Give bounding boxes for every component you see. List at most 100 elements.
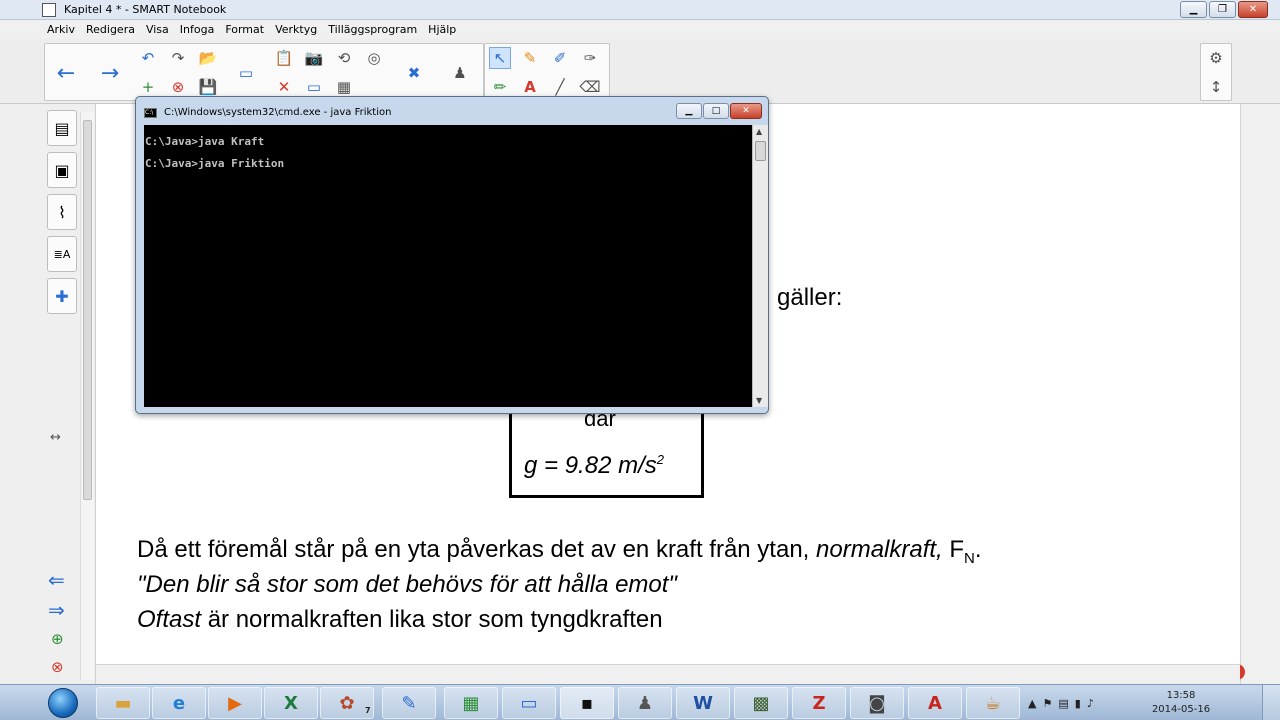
toolbar-panel-main: ← → ↶ ↷ 📂 + ⊗ 💾 ▭ 📋 📷 ⟲ ◎ ✕ ▭ ▦ ✖ ♟ <box>44 43 484 101</box>
resize-sidebar-icon[interactable]: ↔ <box>50 430 61 445</box>
taskbar-acrobat[interactable]: A <box>908 687 962 719</box>
delete-page-icon[interactable]: ⊗ <box>167 76 189 98</box>
tray-flag-icon[interactable]: ⚑ <box>1042 697 1052 710</box>
tray-signal-icon[interactable]: ▮ <box>1075 697 1081 710</box>
spotlight-icon[interactable]: ◎ <box>363 47 385 69</box>
menu-infoga[interactable]: Infoga <box>180 23 215 36</box>
undo-icon[interactable]: ↶ <box>137 47 159 69</box>
sidebar-tab-attachments[interactable]: ⌇ <box>47 194 77 230</box>
select-icon[interactable]: ↖ <box>489 47 511 69</box>
close-button[interactable]: ✕ <box>1238 1 1268 18</box>
paste-icon[interactable]: 📋 <box>273 47 295 69</box>
delete-page-sidebar-icon[interactable]: ⊗ <box>51 658 64 676</box>
taskbar-screen[interactable]: ▭ <box>502 687 556 719</box>
open-folder-icon[interactable]: 📂 <box>197 47 219 69</box>
taskbar-camera[interactable]: ♟ <box>618 687 672 719</box>
slide-line-2: "Den blir så stor som det behövs för att… <box>137 571 677 598</box>
sidebar-tab-addons[interactable]: ✚ <box>47 278 77 314</box>
full-screen-icon[interactable]: ▭ <box>303 76 325 98</box>
minimize-button[interactable]: ▁ <box>1180 1 1207 18</box>
highlighter-icon[interactable]: ✐ <box>549 47 571 69</box>
taskbar-app-green[interactable]: ▩ <box>734 687 788 719</box>
cmd-minimize-button[interactable]: ▁ <box>676 103 702 119</box>
screenshot-icon[interactable]: 📷 <box>303 47 325 69</box>
cmd-scrollbar[interactable]: ▲ ▼ <box>752 125 768 407</box>
creative-pen-icon[interactable]: ✏ <box>489 76 511 98</box>
cmd-titlebar[interactable]: C:\ C:\Windows\system32\cmd.exe - java F… <box>136 97 768 123</box>
show-desktop-button[interactable] <box>1262 685 1280 720</box>
back-icon[interactable]: ← <box>55 61 77 86</box>
excel-icon: X <box>284 692 298 714</box>
filezilla-icon: Z <box>812 692 826 714</box>
previous-page-icon[interactable]: ⇐ <box>48 568 65 592</box>
page-scrollbar[interactable] <box>80 112 94 680</box>
taskbar-java[interactable]: ☕ <box>966 687 1020 719</box>
taskbar-notebook[interactable]: ✎ <box>382 687 436 719</box>
line1-normalkraft: normalkraft, <box>816 536 943 563</box>
pen-icon[interactable]: ✎ <box>519 47 541 69</box>
cmd-scroll-thumb[interactable] <box>755 141 766 161</box>
move-toolbar-icon[interactable]: ↕ <box>1205 76 1227 98</box>
taskbar-filezilla[interactable]: Z <box>792 687 846 719</box>
redo-icon[interactable]: ↷ <box>167 47 189 69</box>
menu-arkiv[interactable]: Arkiv <box>47 23 75 36</box>
system-tray: ▲ ⚑ ▤ ▮ ♪ <box>1028 687 1138 719</box>
taskbar-camera-app[interactable]: ◙ <box>850 687 904 719</box>
document-camera-icon[interactable]: ✖ <box>403 62 425 84</box>
tray-network-icon[interactable]: ▤ <box>1058 697 1068 710</box>
table-icon[interactable]: ▦ <box>333 76 355 98</box>
taskbar-excel[interactable]: X <box>264 687 318 719</box>
save-icon[interactable]: 💾 <box>197 76 219 98</box>
magic-pen-icon[interactable]: ✑ <box>579 47 601 69</box>
taskbar-cmd[interactable]: ▪ <box>560 687 614 719</box>
add-page-sidebar-icon[interactable]: ⊕ <box>51 630 64 648</box>
next-page-icon[interactable]: ⇒ <box>48 598 65 622</box>
cmd-close-button[interactable]: ✕ <box>730 103 762 119</box>
gear-icon[interactable]: ⚙ <box>1205 47 1227 69</box>
menu-format[interactable]: Format <box>225 23 264 36</box>
scrollbar-thumb[interactable] <box>83 120 92 500</box>
taskbar-paint[interactable]: ✿ 7 <box>320 687 374 719</box>
menu-visa[interactable]: Visa <box>146 23 169 36</box>
line1-period: . <box>974 536 982 563</box>
taskbar-explorer[interactable]: ▬ <box>96 687 150 719</box>
tray-volume-icon[interactable]: ♪ <box>1087 697 1094 710</box>
menu-tillaggsprogram[interactable]: Tilläggsprogram <box>328 23 417 36</box>
restore-button[interactable]: ❐ <box>1209 1 1236 18</box>
eraser-icon[interactable]: ⌫ <box>579 76 601 98</box>
forward-icon[interactable]: → <box>99 61 121 86</box>
tray-expand-icon[interactable]: ▲ <box>1028 697 1036 710</box>
sidebar-tab-page-sorter[interactable]: ▤ <box>47 110 77 146</box>
delete-icon[interactable]: ✕ <box>273 76 295 98</box>
cmd-maximize-button[interactable]: □ <box>703 103 729 119</box>
response-icon[interactable]: ♟ <box>449 62 471 84</box>
bottom-scroll-strip <box>96 664 1240 684</box>
taskbar-notebook-app[interactable]: ▦ <box>444 687 498 719</box>
sidebar-tab-properties[interactable]: ≣A <box>47 236 77 272</box>
paperclip-icon: ⌇ <box>58 202 66 222</box>
clock[interactable]: 13:58 2014-05-16 <box>1146 689 1216 717</box>
line1-f: F <box>942 536 965 563</box>
taskbar-media-player[interactable]: ▶ <box>208 687 262 719</box>
menu-hjalp[interactable]: Hjälp <box>428 23 456 36</box>
line-icon[interactable]: ╱ <box>549 76 571 98</box>
cmd-scroll-up-icon[interactable]: ▲ <box>756 127 762 136</box>
acrobat-icon: A <box>928 692 942 714</box>
text-icon[interactable]: A <box>519 76 541 98</box>
cmd-icon: C:\ <box>144 108 157 118</box>
start-button[interactable] <box>42 685 84 720</box>
taskbar-ie[interactable]: e <box>152 687 206 719</box>
cmd-console[interactable]: C:\Java>java Kraft C:\Java>java Friktion <box>144 125 752 407</box>
taskbar-badge-7: 7 <box>365 706 371 715</box>
sidebar-tab-gallery[interactable]: ▣ <box>47 152 77 188</box>
taskbar-word[interactable]: W <box>676 687 730 719</box>
add-page-icon[interactable]: + <box>137 76 159 98</box>
page-sorter-icon: ▤ <box>54 118 70 138</box>
formula-g-text: g = 9.82 m/s <box>524 452 657 479</box>
cmd-scroll-down-icon[interactable]: ▼ <box>756 396 762 405</box>
menu-redigera[interactable]: Redigera <box>86 23 135 36</box>
screen-shade-icon[interactable]: ⟲ <box>333 47 355 69</box>
menu-verktyg[interactable]: Verktyg <box>275 23 317 36</box>
display-icon[interactable]: ▭ <box>235 62 257 84</box>
cmd-window[interactable]: C:\ C:\Windows\system32\cmd.exe - java F… <box>135 96 769 414</box>
